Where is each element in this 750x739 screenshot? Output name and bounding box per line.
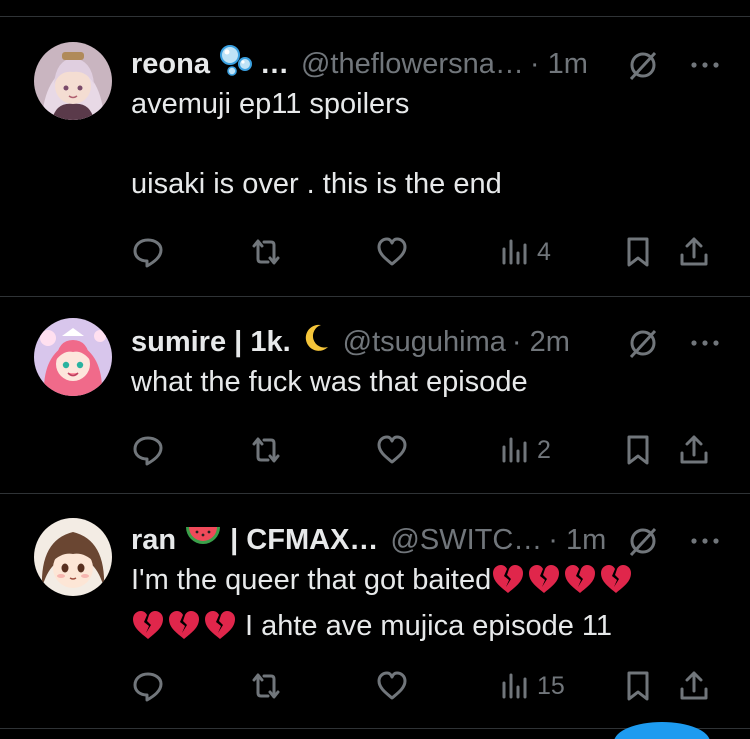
- reply-icon: [133, 238, 163, 268]
- repost-button[interactable]: [249, 666, 283, 706]
- user-handle[interactable]: @SWITC…: [390, 524, 542, 557]
- reply-button[interactable]: [131, 666, 165, 706]
- broken-hearts-row-2: [131, 610, 239, 642]
- share-button[interactable]: [677, 430, 711, 470]
- share-button[interactable]: [677, 232, 711, 272]
- grok-icon[interactable]: [626, 48, 660, 82]
- watermelon-icon: [184, 521, 222, 559]
- broken-heart-icon: [203, 609, 237, 652]
- post-time[interactable]: · 1m: [530, 48, 588, 81]
- post-text: avemuji ep11 spoilers uisaki is over . t…: [131, 84, 722, 204]
- more-options-icon[interactable]: [688, 526, 722, 556]
- views-button[interactable]: 2: [497, 430, 551, 470]
- broken-heart-icon: [167, 609, 201, 652]
- bookmark-icon: [627, 671, 649, 701]
- post-text-line: avemuji ep11 spoilers: [131, 88, 410, 120]
- reply-button[interactable]: [131, 232, 165, 272]
- reply-icon: [133, 436, 163, 466]
- share-button[interactable]: [677, 666, 711, 706]
- repost-icon: [252, 437, 280, 463]
- display-name[interactable]: reona: [131, 48, 210, 81]
- post-1-actions: 4: [131, 232, 721, 272]
- bookmark-button[interactable]: [621, 666, 655, 706]
- bookmark-icon: [627, 435, 649, 465]
- like-button[interactable]: [375, 666, 409, 706]
- display-name[interactable]: ran: [131, 524, 176, 557]
- like-button[interactable]: [375, 430, 409, 470]
- views-count: 2: [537, 435, 551, 464]
- post-text-line-2: I ahte ave mujica episode 11: [131, 606, 722, 652]
- grok-icon[interactable]: [626, 524, 660, 558]
- avatar-ran-image: [34, 518, 112, 596]
- avatar-sumire-image: [34, 318, 112, 396]
- post-divider: [0, 296, 750, 297]
- heart-icon: [377, 237, 407, 266]
- views-icon: [502, 239, 527, 265]
- post-text-line-1: I'm the queer that got baited: [131, 560, 722, 606]
- post-text-blank: [131, 124, 722, 164]
- top-divider: [0, 16, 750, 17]
- crescent-moon-icon: [299, 322, 331, 362]
- post-divider: [0, 493, 750, 494]
- avatar[interactable]: [34, 42, 112, 120]
- bubbles-icon: [218, 44, 254, 84]
- post-3-actions: 15: [131, 666, 721, 706]
- broken-hearts-row-1: [491, 564, 635, 596]
- user-handle[interactable]: @theflowersna…: [301, 48, 524, 81]
- repost-icon: [252, 239, 280, 265]
- compose-button-partial[interactable]: [614, 722, 710, 739]
- display-name[interactable]: sumire | 1k.: [131, 326, 291, 359]
- avatar[interactable]: [34, 518, 112, 596]
- repost-button[interactable]: [249, 430, 283, 470]
- views-button[interactable]: 15: [497, 666, 565, 706]
- post-time[interactable]: · 2m: [512, 326, 570, 359]
- bookmark-icon: [627, 237, 649, 267]
- display-name-suffix: | CFMAX…: [230, 523, 379, 556]
- views-icon: [502, 437, 527, 463]
- broken-heart-icon: [131, 609, 165, 652]
- post-text-line: what the fuck was that episode: [131, 366, 528, 398]
- share-icon: [680, 435, 708, 464]
- post-text: what the fuck was that episode: [131, 362, 722, 402]
- post-text-line: I ahte ave mujica episode 11: [245, 610, 613, 642]
- views-count: 15: [537, 671, 565, 700]
- more-options-icon[interactable]: [688, 50, 722, 80]
- post-text-line: uisaki is over . this is the end: [131, 168, 502, 200]
- views-count: 4: [537, 237, 551, 266]
- reply-button[interactable]: [131, 430, 165, 470]
- more-options-icon[interactable]: [688, 328, 722, 358]
- broken-heart-icon: [527, 563, 561, 606]
- reply-icon: [133, 672, 163, 702]
- post-time[interactable]: · 1m: [548, 524, 606, 557]
- avatar[interactable]: [34, 318, 112, 396]
- repost-icon: [252, 673, 280, 699]
- share-icon: [680, 671, 708, 700]
- bookmark-button[interactable]: [621, 232, 655, 272]
- display-name-ellipsis: …: [259, 47, 289, 80]
- repost-button[interactable]: [249, 232, 283, 272]
- post-text: I'm the queer that got baited I ahte ave…: [131, 560, 722, 652]
- avatar-reona-image: [34, 42, 112, 120]
- broken-heart-icon: [563, 563, 597, 606]
- user-handle[interactable]: @tsuguhima: [343, 326, 506, 359]
- heart-icon: [377, 671, 407, 700]
- post-text-line: I'm the queer that got baited: [131, 564, 492, 596]
- post-2-actions: 2: [131, 430, 721, 470]
- heart-icon: [377, 435, 407, 464]
- like-button[interactable]: [375, 232, 409, 272]
- views-icon: [502, 673, 527, 699]
- share-icon: [680, 237, 708, 266]
- broken-heart-icon: [599, 563, 633, 606]
- bookmark-button[interactable]: [621, 430, 655, 470]
- views-button[interactable]: 4: [497, 232, 551, 272]
- grok-icon[interactable]: [626, 326, 660, 360]
- broken-heart-icon: [491, 563, 525, 606]
